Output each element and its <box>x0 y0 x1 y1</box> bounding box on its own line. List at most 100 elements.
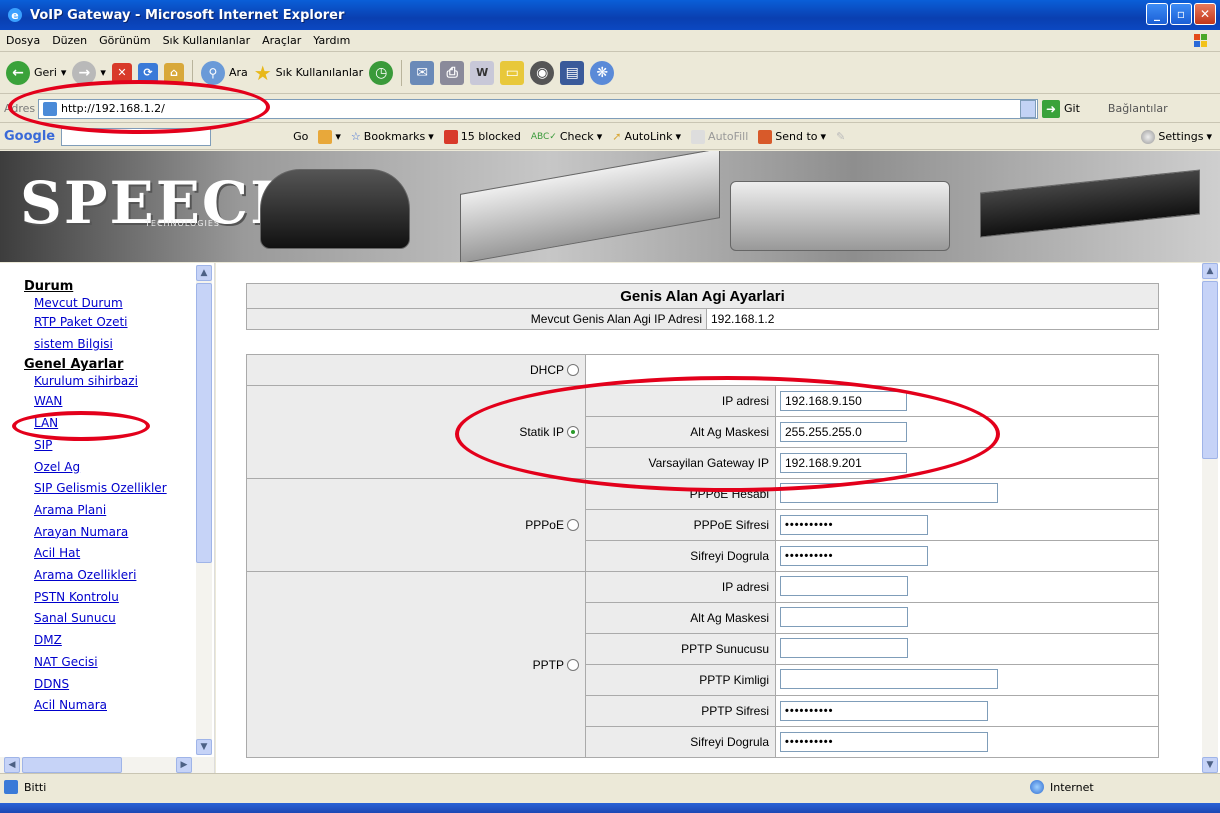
google-news-icon[interactable]: ▾ <box>318 129 341 144</box>
close-button[interactable]: ✕ <box>1194 3 1216 25</box>
autolink-button[interactable]: ➚ AutoLink ▾ <box>612 130 681 143</box>
pptp-server-label: PPTP Sunucusu <box>585 633 776 665</box>
pptp-verify-input[interactable]: •••••••••• <box>780 732 988 752</box>
pptp-id-label: PPTP Kimligi <box>585 664 776 696</box>
search-button[interactable]: ⚲ Ara <box>200 60 248 85</box>
device-image-gateway-1 <box>460 151 720 262</box>
annotation-oval-wan <box>12 411 150 441</box>
pppoe-verify-label: Sifreyi Dogrula <box>585 540 776 572</box>
spell-check-button[interactable]: ABC✓ Check ▾ <box>531 130 602 143</box>
main-scroll-thumb[interactable] <box>1202 281 1218 459</box>
nav-item-ozel-ag[interactable]: Ozel Ag <box>24 457 199 479</box>
nav-item-sanal-sunucu[interactable]: Sanal Sunucu <box>24 608 199 630</box>
messenger-icon[interactable]: ◉ <box>530 60 555 85</box>
bookmarks-button[interactable]: ☆ Bookmarks ▾ <box>351 130 434 143</box>
current-wan-ip-label: Mevcut Genis Alan Agi IP Adresi <box>246 308 707 330</box>
nav-scroll-thumb[interactable] <box>196 283 212 563</box>
dhcp-radio[interactable] <box>567 364 579 376</box>
nav-item-dmz[interactable]: DMZ <box>24 630 199 652</box>
pptp-ip-label: IP adresi <box>585 571 776 603</box>
msn-icon[interactable]: ❋ <box>590 60 615 85</box>
popup-blocked-icon <box>443 129 458 144</box>
mail-icon[interactable]: ✉ <box>410 60 435 85</box>
ie-icon: e <box>8 8 22 22</box>
address-dropdown-icon[interactable] <box>1020 99 1036 118</box>
edit-icon[interactable]: W <box>470 60 495 85</box>
nav-item-wan[interactable]: WAN <box>24 391 199 413</box>
sendto-button[interactable]: Send to ▾ <box>758 129 826 144</box>
nav-item-arama-ozellikleri[interactable]: Arama Ozellikleri <box>24 565 199 587</box>
pppoe-password-input[interactable]: •••••••••• <box>780 515 928 535</box>
status-bar: Bitti Internet <box>0 773 1220 813</box>
menu-tools[interactable]: Araçlar <box>262 34 301 47</box>
back-arrow-icon: ← <box>6 60 30 85</box>
speech-logo-subtitle: TECHNOLOGIES <box>145 219 220 228</box>
nav-hscroll-thumb[interactable] <box>22 757 122 773</box>
main-vertical-scrollbar[interactable]: ▲ ▼ <box>1202 263 1218 773</box>
nav-item-kurulum-sihirbazi[interactable]: Kurulum sihirbazi <box>24 372 199 391</box>
menu-edit[interactable]: Düzen <box>52 34 87 47</box>
scroll-down-icon[interactable]: ▼ <box>196 739 212 755</box>
nav-item-arama-plani[interactable]: Arama Plani <box>24 500 199 522</box>
back-button[interactable]: ← Geri ▾ <box>6 60 66 85</box>
history-icon[interactable]: ◷ <box>369 60 394 85</box>
research-icon[interactable]: ▤ <box>560 60 585 85</box>
menu-file[interactable]: Dosya <box>6 34 40 47</box>
google-go-button[interactable]: Go <box>293 130 308 143</box>
settings-icon <box>1141 129 1156 144</box>
settings-button[interactable]: Settings ▾ <box>1141 129 1212 144</box>
nav-item-arayan-numara[interactable]: Arayan Numara <box>24 522 199 544</box>
pptp-password-input[interactable]: •••••••••• <box>780 701 988 721</box>
menu-favorites[interactable]: Sık Kullanılanlar <box>163 34 251 47</box>
nav-item-ddns[interactable]: DDNS <box>24 674 199 696</box>
pptp-mask-label: Alt Ag Maskesi <box>585 602 776 634</box>
pptp-radio[interactable] <box>567 658 579 671</box>
menu-help[interactable]: Yardım <box>313 34 350 47</box>
scroll-up-icon[interactable]: ▲ <box>196 265 212 281</box>
star-icon: ★ <box>253 60 272 85</box>
pencil-icon[interactable]: ✎ <box>836 130 845 143</box>
menu-view[interactable]: Görünüm <box>99 34 150 47</box>
pppoe-radio[interactable] <box>567 519 579 531</box>
title-bar: e VoIP Gateway - Microsoft Internet Expl… <box>0 0 1220 30</box>
links-label[interactable]: Bağlantılar <box>1108 102 1168 115</box>
status-text: Bitti <box>24 780 47 794</box>
favorites-button[interactable]: ★ Sık Kullanılanlar <box>254 61 363 85</box>
nav-horizontal-scrollbar[interactable]: ◀ ▶ <box>0 757 214 773</box>
nav-item-acil-hat[interactable]: Acil Hat <box>24 543 199 565</box>
pptp-mask-input[interactable] <box>780 606 908 627</box>
pppoe-password-label: PPPoE Sifresi <box>585 509 776 541</box>
scroll-down-icon[interactable]: ▼ <box>1202 757 1218 773</box>
scroll-left-icon[interactable]: ◀ <box>4 757 20 773</box>
pptp-verify-label: Sifreyi Dogrula <box>585 726 776 758</box>
pptp-server-input[interactable] <box>780 637 908 658</box>
go-button[interactable]: ➜ Git <box>1042 99 1080 118</box>
print-icon[interactable]: ⎙ <box>440 60 465 85</box>
nav-item-pstn-kontrolu[interactable]: PSTN Kontrolu <box>24 587 199 609</box>
nav-vertical-scrollbar[interactable]: ▲ ▼ <box>196 265 212 755</box>
autofill-button[interactable]: AutoFill <box>691 129 748 144</box>
nav-heading-durum: Durum <box>24 279 74 294</box>
nav-item-sistem-bilgisi[interactable]: sistem Bilgisi <box>24 334 199 356</box>
scroll-right-icon[interactable]: ▶ <box>176 757 192 773</box>
svg-text:e: e <box>11 9 18 22</box>
minimize-button[interactable]: _ <box>1146 3 1168 25</box>
pptp-id-input[interactable] <box>780 668 998 689</box>
discuss-icon[interactable]: ▭ <box>500 60 525 85</box>
current-wan-ip-value: 192.168.1.2 <box>706 308 1159 330</box>
nav-item-nat-gecisi[interactable]: NAT Gecisi <box>24 652 199 674</box>
menu-bar: Dosya Düzen Görünüm Sık Kullanılanlar Ar… <box>0 30 1220 52</box>
popup-blocker[interactable]: 15 blocked <box>443 129 521 144</box>
pppoe-verify-input[interactable]: •••••••••• <box>780 546 928 566</box>
maximize-button[interactable]: ▫ <box>1170 3 1192 25</box>
pptp-password-label: PPTP Sifresi <box>585 695 776 727</box>
home-icon[interactable]: ⌂ <box>163 62 184 83</box>
scroll-up-icon[interactable]: ▲ <box>1202 263 1218 279</box>
nav-item-rtp-paket-ozeti[interactable]: RTP Paket Ozeti <box>24 312 199 334</box>
pptp-ip-input[interactable] <box>780 575 908 596</box>
nav-item-sip-gelismis[interactable]: SIP Gelismis Ozellikler <box>24 478 199 500</box>
nav-item-acil-numara[interactable]: Acil Numara <box>24 695 199 717</box>
device-image-round <box>260 169 410 249</box>
nav-item-mevcut-durum[interactable]: Mevcut Durum <box>24 294 199 312</box>
star-outline-icon: ☆ <box>350 130 361 143</box>
